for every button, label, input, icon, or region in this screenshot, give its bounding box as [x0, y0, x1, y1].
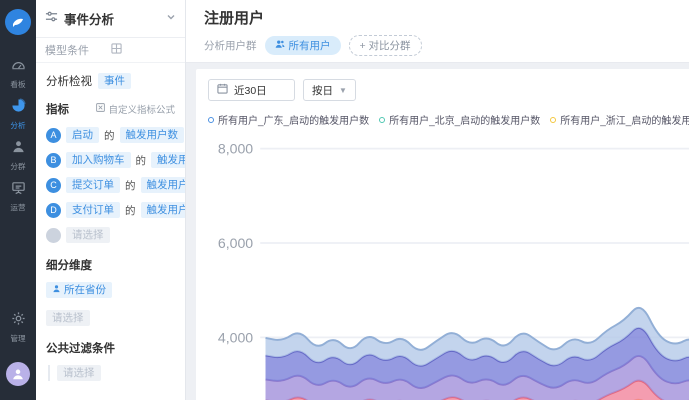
sliders-icon — [45, 10, 58, 26]
legend-dot-icon — [208, 117, 214, 123]
filter-placeholder[interactable]: 请选择 — [57, 365, 101, 381]
legend-item[interactable]: 所有用户_浙江_启动的触发用户数 — [550, 112, 689, 127]
indicator-letter-badge: D — [46, 203, 61, 218]
legend-dot-icon — [550, 117, 556, 123]
sidebar-title: 事件分析 — [64, 9, 166, 28]
filter-title: 公共过滤条件 — [46, 340, 175, 356]
indicator-row: B加入购物车的触发用户数 — [46, 152, 175, 168]
indicator-letter-badge: B — [46, 153, 61, 168]
event-tag[interactable]: 启动 — [66, 127, 99, 143]
indicator-connector: 的 — [125, 203, 136, 218]
sidebar-item-dashboard[interactable]: 看板 — [10, 57, 26, 90]
user-avatar[interactable] — [6, 362, 30, 386]
person-icon — [52, 284, 61, 296]
indicator-row: C提交订单的触发用户数 — [46, 177, 175, 193]
legend-row: 所有用户_广东_启动的触发用户数 所有用户_北京_启动的触发用户数 所有用户_浙江_… — [196, 105, 689, 129]
legend-dot-icon — [379, 117, 385, 123]
dimension-placeholder[interactable]: 请选择 — [46, 310, 90, 326]
metric-tag[interactable]: 触发用户数 — [141, 177, 186, 193]
dimension-tag[interactable]: 所在省份 — [46, 282, 112, 298]
stacked-area-chart[interactable]: 02,0004,0006,0008,0002018/09/282018/10/0… — [196, 129, 689, 400]
segments-icon — [11, 139, 26, 159]
nav-item-label: 看板 — [10, 79, 25, 89]
indicator-letter-badge — [46, 228, 61, 243]
metric-tag[interactable]: 触发用户数 — [151, 152, 185, 168]
event-tag[interactable]: 加入购物车 — [66, 152, 131, 168]
analysis-view-tag[interactable]: 事件 — [98, 73, 131, 89]
model-condition-row[interactable]: 模型条件 — [36, 38, 185, 64]
indicator-row-placeholder: 请选择 — [46, 227, 175, 243]
analyze-group-label: 分析用户群 — [204, 38, 257, 53]
legend-item[interactable]: 所有用户_北京_启动的触发用户数 — [379, 112, 540, 127]
users-icon — [275, 39, 285, 52]
main-area: 注册用户 分析用户群 所有用户 + 对比分群 — [186, 0, 689, 400]
svg-text:6,000: 6,000 — [218, 235, 253, 251]
indicator-connector: 的 — [125, 178, 136, 193]
fx-icon — [96, 103, 105, 115]
nav-item-label: 分群 — [10, 161, 25, 171]
legend-label: 所有用户_广东_启动的触发用户数 — [218, 112, 369, 127]
indicator-row: A启动的触发用户数 — [46, 127, 175, 143]
indicator-connector: 的 — [104, 128, 115, 143]
legend-label: 所有用户_浙江_启动的触发用户数 — [560, 112, 689, 127]
indicator-letter-badge: C — [46, 178, 61, 193]
operation-icon — [11, 180, 26, 200]
grid-icon[interactable] — [111, 43, 177, 57]
model-condition-label: 模型条件 — [45, 42, 111, 58]
nav-item-label: 运营 — [10, 202, 25, 212]
granularity-select[interactable]: 按日 ▼ — [303, 79, 356, 101]
date-range-picker[interactable]: 近30日 — [208, 79, 295, 101]
calendar-icon — [217, 83, 228, 97]
event-tag[interactable]: 提交订单 — [66, 177, 120, 193]
indicator-connector: 的 — [136, 153, 147, 168]
indicator-placeholder-tag[interactable]: 请选择 — [66, 227, 110, 243]
dashboard-icon — [11, 57, 26, 77]
event-tag[interactable]: 支付订单 — [66, 202, 120, 218]
sidebar-item-segments[interactable]: 分群 — [10, 139, 26, 172]
nav-rail: 看板分析分群运营 管理 — [0, 0, 36, 400]
dimension-title: 细分维度 — [46, 257, 175, 273]
sidebar-header[interactable]: 事件分析 — [36, 0, 185, 38]
chevron-down-icon[interactable] — [166, 12, 176, 25]
gear-icon — [11, 311, 26, 331]
analysis-icon — [11, 98, 26, 118]
indicator-row: D支付订单的触发用户数 — [46, 202, 175, 218]
analysis-sidebar: 事件分析 模型条件 分析检视 事件 指标 自定义指标公式 — [36, 0, 186, 400]
main-header: 注册用户 分析用户群 所有用户 + 对比分群 — [186, 0, 689, 63]
page-title: 注册用户 — [204, 7, 689, 28]
legend-item[interactable]: 所有用户_广东_启动的触发用户数 — [208, 112, 369, 127]
sidebar-item-manage[interactable]: 管理 — [10, 311, 26, 344]
sidebar-item-analysis[interactable]: 分析 — [10, 98, 26, 131]
app-logo-icon[interactable] — [5, 9, 31, 35]
indicator-letter-badge: A — [46, 128, 61, 143]
sidebar-item-operation[interactable]: 运营 — [10, 180, 26, 213]
nav-item-label: 分析 — [10, 120, 25, 130]
nav-manage-label: 管理 — [10, 333, 25, 343]
metrics-title: 指标 — [46, 101, 69, 117]
caret-down-icon: ▼ — [339, 86, 347, 95]
app-window: 看板分析分群运营 管理 事件分析 — [0, 0, 689, 400]
compare-group-pill[interactable]: + 对比分群 — [349, 35, 422, 56]
user-group-pill[interactable]: 所有用户 — [265, 36, 341, 55]
metric-tag[interactable]: 触发用户数 — [141, 202, 186, 218]
svg-text:4,000: 4,000 — [218, 329, 253, 345]
legend-label: 所有用户_北京_启动的触发用户数 — [389, 112, 540, 127]
svg-text:8,000: 8,000 — [218, 141, 253, 157]
custom-formula-link[interactable]: 自定义指标公式 — [96, 102, 175, 116]
analysis-view-label: 分析检视 — [46, 73, 92, 89]
metric-tag[interactable]: 触发用户数 — [120, 127, 185, 143]
chart-card: 近30日 按日 ▼ 所有用户_广 — [196, 69, 689, 400]
analysis-view-row: 分析检视 事件 — [46, 73, 175, 89]
